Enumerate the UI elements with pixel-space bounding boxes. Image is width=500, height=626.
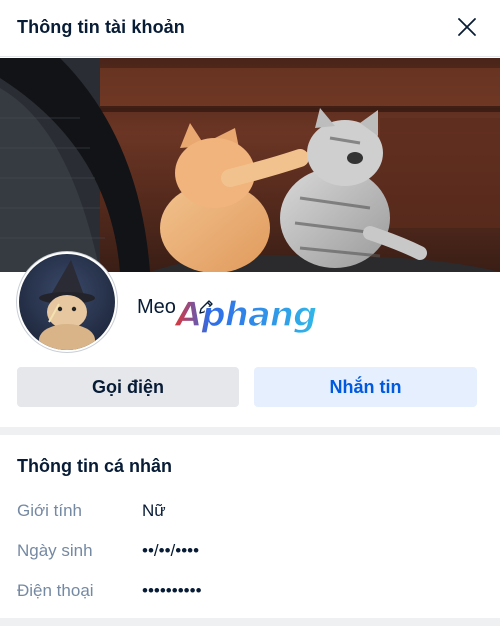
phone-value: •••••••••• bbox=[142, 581, 202, 600]
account-info-panel: Thông tin tài khoản Meo Aphang Gọi điện … bbox=[0, 0, 500, 626]
panel-header: Thông tin tài khoản bbox=[0, 0, 500, 57]
message-button-label: Nhắn tin bbox=[329, 376, 402, 397]
birthday-label: Ngày sinh bbox=[17, 541, 93, 560]
close-icon bbox=[458, 18, 476, 36]
avatar[interactable] bbox=[17, 252, 117, 352]
pencil-icon bbox=[199, 300, 213, 314]
gender-label: Giới tính bbox=[17, 501, 83, 520]
message-button[interactable]: Nhắn tin bbox=[254, 367, 477, 407]
profile-name: Meo bbox=[137, 296, 176, 318]
gender-value: Nữ bbox=[142, 501, 166, 520]
panel-title: Thông tin tài khoản bbox=[17, 17, 185, 37]
phone-label: Điện thoại bbox=[17, 581, 94, 600]
personal-info-title: Thông tin cá nhân bbox=[17, 456, 172, 476]
cover-photo[interactable] bbox=[0, 58, 500, 272]
watermark-text: Aphang bbox=[174, 295, 317, 335]
section-divider-bottom bbox=[0, 618, 500, 626]
cover-image bbox=[0, 58, 500, 272]
close-button[interactable] bbox=[452, 12, 482, 42]
call-button[interactable]: Gọi điện bbox=[17, 367, 239, 407]
birthday-value: ••/••/•••• bbox=[142, 541, 200, 560]
edit-name-button[interactable] bbox=[197, 298, 215, 316]
section-divider bbox=[0, 427, 500, 435]
avatar-image bbox=[19, 254, 115, 350]
call-button-label: Gọi điện bbox=[92, 376, 164, 397]
